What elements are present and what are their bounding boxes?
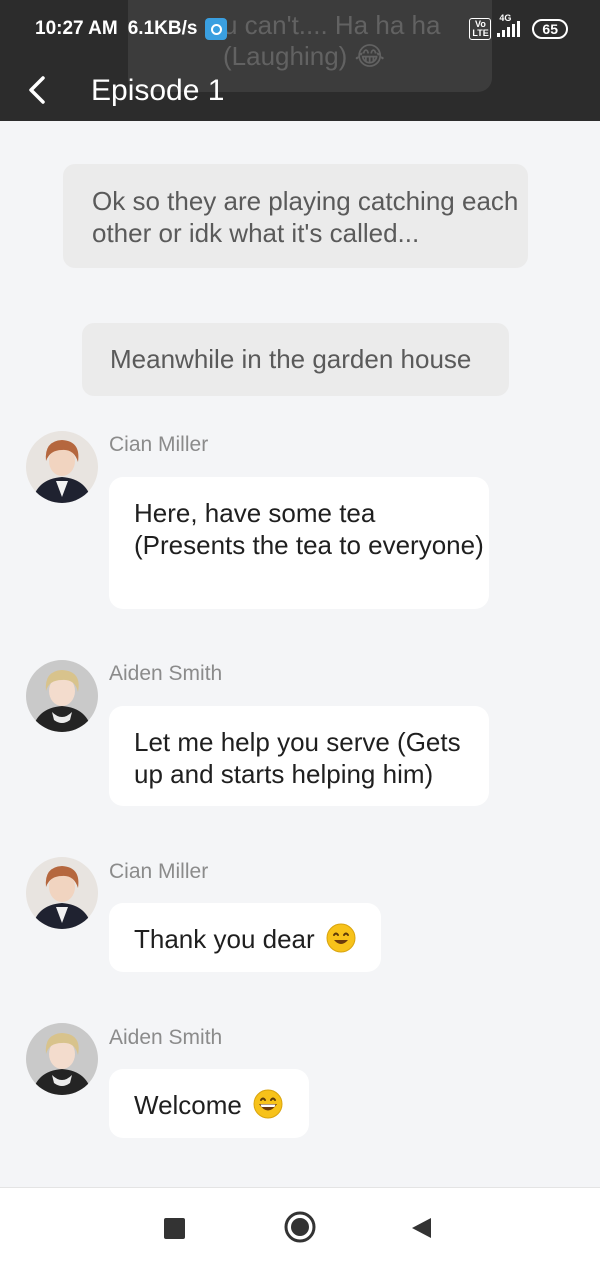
speaker-name: Aiden Smith xyxy=(109,1026,223,1049)
message-bubble: Let me help you serve (Gets up and start… xyxy=(109,706,489,806)
status-bar: 10:27 AM 6.1KB/s Vo LTE 4G 65 xyxy=(0,0,600,58)
app-notification-icon xyxy=(205,18,228,40)
message-bubble: Welcome xyxy=(109,1069,309,1138)
avatar[interactable] xyxy=(26,1023,98,1095)
avatar[interactable] xyxy=(26,431,98,503)
battery-level: 65 xyxy=(542,21,558,37)
message-text: Thank you dear xyxy=(134,924,315,954)
narration-bubble: Ok so they are playing catching each oth… xyxy=(63,164,528,268)
triangle-back-icon[interactable] xyxy=(409,1216,433,1240)
signal-icon: 4G xyxy=(497,13,521,37)
system-navigation-bar xyxy=(0,1187,600,1267)
battery-icon: 65 xyxy=(532,19,568,39)
narration-bubble: Meanwhile in the garden house xyxy=(82,323,509,396)
status-indicators: Vo LTE 4G 65 xyxy=(469,13,568,40)
message-text: Welcome xyxy=(134,1090,242,1120)
title-bar: Episode 1 xyxy=(0,58,600,121)
speaker-name: Cian Miller xyxy=(109,860,209,883)
grinning-face-icon xyxy=(253,1089,283,1119)
avatar[interactable] xyxy=(26,857,98,929)
header: u can't.... Ha ha ha (Laughing) 😂 10:27 … xyxy=(0,0,600,121)
circle-home-icon[interactable] xyxy=(284,1211,316,1243)
speaker-name: Aiden Smith xyxy=(109,662,223,685)
status-time: 10:27 AM xyxy=(35,18,118,39)
smiling-face-icon xyxy=(326,923,356,953)
speaker-name: Cian Miller xyxy=(109,433,209,456)
chat-screen: u can't.... Ha ha ha (Laughing) 😂 10:27 … xyxy=(0,0,600,1267)
network-speed: 6.1KB/s xyxy=(127,18,198,39)
message-bubble: Here, have some tea (Presents the tea to… xyxy=(109,477,489,609)
square-icon[interactable] xyxy=(164,1218,185,1239)
volte-icon: Vo LTE xyxy=(469,18,492,40)
chevron-left-icon xyxy=(29,75,45,104)
message-bubble: Thank you dear xyxy=(109,903,381,972)
page-title: Episode 1 xyxy=(91,73,225,107)
lte-label: LTE xyxy=(472,28,489,38)
avatar[interactable] xyxy=(26,660,98,732)
back-button[interactable] xyxy=(10,65,66,115)
network-type: 4G xyxy=(499,13,512,23)
